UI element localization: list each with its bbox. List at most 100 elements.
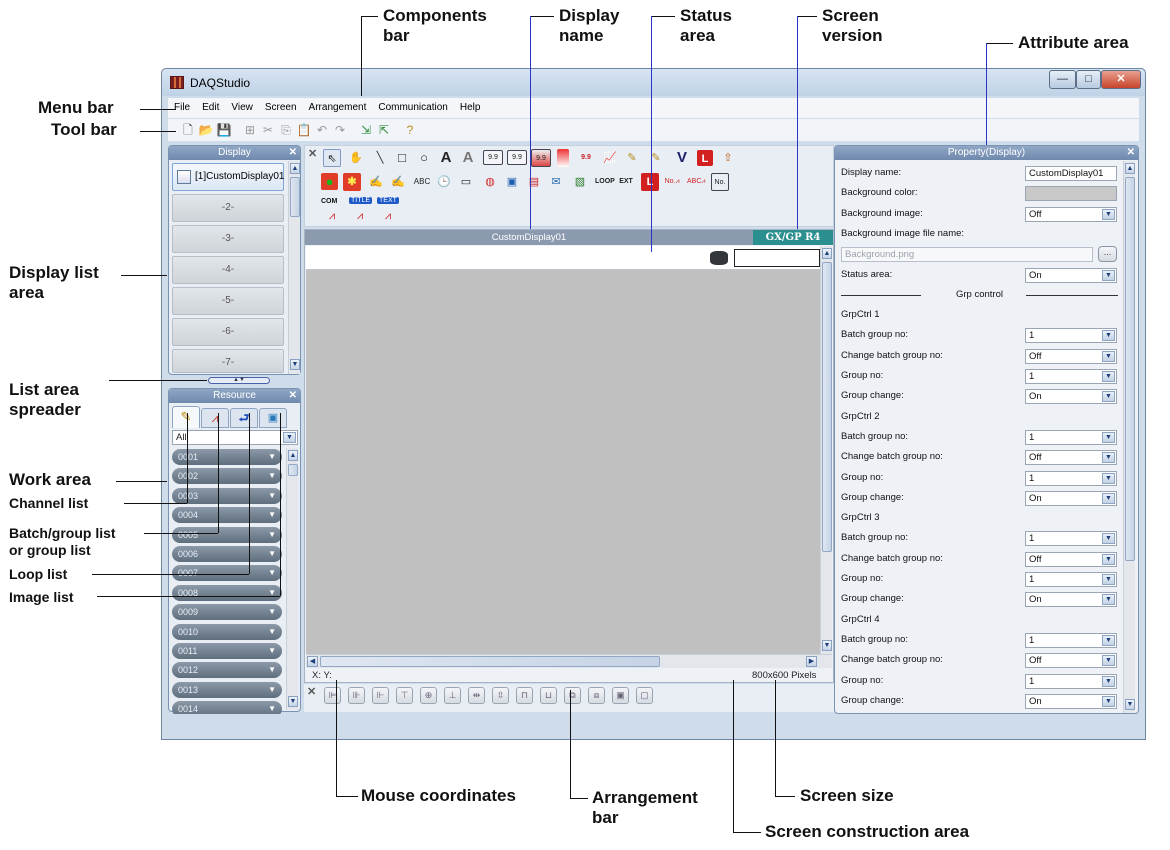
chevron-down-icon[interactable]: ▼ [1102, 594, 1115, 606]
chevron-down-icon[interactable]: ▼ [268, 546, 276, 562]
group-no-icon[interactable]: No.⩘ [663, 173, 681, 191]
chevron-down-icon[interactable]: ▼ [268, 488, 276, 504]
rectangle-tool-icon[interactable]: □ [393, 149, 411, 167]
property-select[interactable]: 1 ▼ [1025, 632, 1117, 648]
chevron-down-icon[interactable]: ▼ [1102, 695, 1115, 707]
trend-icon[interactable]: 📈 [601, 149, 619, 167]
align-right-icon[interactable]: ⊩ [372, 687, 389, 704]
title-bar[interactable]: DAQStudio — □ ✕ [162, 69, 1145, 96]
save-icon[interactable]: 💾 [216, 122, 232, 138]
scroll-up-icon[interactable]: ▲ [1125, 163, 1135, 174]
scroll-thumb[interactable] [822, 262, 832, 552]
push-switch-icon[interactable]: ✍ [389, 173, 407, 191]
cut-icon[interactable]: ✂ [260, 122, 276, 138]
text-string-icon[interactable]: ABC [413, 173, 431, 191]
chevron-down-icon[interactable]: ▼ [1102, 533, 1115, 545]
lamp-icon[interactable]: ● [321, 173, 338, 190]
align-left-icon[interactable]: ⊫ [324, 687, 341, 704]
menu-screen[interactable]: Screen [259, 98, 303, 118]
alarm-lamp-icon[interactable]: ✱ [343, 173, 361, 191]
channel-list-item[interactable]: 0006 ▼ [172, 546, 282, 562]
scroll-down-icon[interactable]: ▼ [1125, 699, 1135, 710]
chevron-down-icon[interactable]: ▼ [268, 507, 276, 523]
menu-help[interactable]: Help [454, 98, 487, 118]
send-backward-icon[interactable]: ⧈ [588, 687, 605, 704]
menu-edit[interactable]: Edit [196, 98, 225, 118]
circle-tool-icon[interactable]: ○ [415, 149, 433, 167]
image-tab-icon[interactable]: ▣ [259, 408, 287, 428]
digital-status-icon[interactable]: ⇧ [719, 149, 737, 167]
chevron-down-icon[interactable]: ▼ [1102, 655, 1115, 667]
canvas-horizontal-scrollbar[interactable]: ◀ ▶ [306, 654, 832, 668]
scroll-down-icon[interactable]: ▼ [822, 640, 832, 651]
log-icon[interactable]: L [641, 173, 659, 191]
chevron-down-icon[interactable]: ▼ [1102, 634, 1115, 646]
channel-tab-icon[interactable]: ✎ [172, 406, 200, 428]
date-icon[interactable]: 🕒 [435, 173, 453, 191]
line-tool-icon[interactable]: ╲ [371, 149, 389, 167]
chevron-down-icon[interactable]: ▼ [268, 449, 276, 465]
import-icon[interactable]: ⇲ [358, 122, 374, 138]
chevron-down-icon[interactable]: ▼ [1102, 452, 1115, 464]
property-select[interactable]: On ▼ [1025, 389, 1117, 405]
digital-set-icon[interactable]: ▣ [503, 173, 521, 191]
align-middle-icon[interactable]: ⊕ [420, 687, 437, 704]
minimize-icon[interactable]: — [1049, 70, 1076, 89]
chevron-down-icon[interactable]: ▼ [268, 468, 276, 484]
properties-icon[interactable]: ⊞ [242, 122, 258, 138]
tag-no-icon[interactable]: ✎ [623, 149, 641, 167]
display-list-item[interactable]: -3- [172, 225, 284, 253]
property-select[interactable]: Off ▼ [1025, 653, 1117, 669]
property-select[interactable]: 1 ▼ [1025, 572, 1117, 587]
property-select[interactable]: 1 ▼ [1025, 369, 1117, 384]
channel-list-item[interactable]: 0012 ▼ [172, 662, 282, 679]
menu-file[interactable]: File [168, 98, 196, 118]
distribute-horizontal-icon[interactable]: ⇹ [468, 687, 485, 704]
scroll-right-icon[interactable]: ▶ [806, 656, 817, 667]
chevron-down-icon[interactable]: ▼ [1102, 431, 1115, 443]
close-icon[interactable]: ✕ [1101, 70, 1141, 89]
group-name-icon[interactable]: ABC⩘ [687, 173, 705, 191]
display-list-item[interactable]: -4- [172, 256, 284, 284]
chevron-down-icon[interactable]: ▼ [1102, 371, 1115, 382]
close-icon[interactable]: ✕ [289, 146, 297, 160]
help-icon[interactable]: ? [402, 122, 418, 138]
title-group-icon[interactable]: ⩘ [351, 207, 369, 225]
channel-list-item[interactable]: 0011 ▼ [172, 643, 282, 659]
chevron-down-icon[interactable]: ▼ [1102, 553, 1115, 565]
export-icon[interactable]: ⇱ [376, 122, 392, 138]
tag-abc-icon[interactable]: ✎ [647, 149, 665, 167]
property-scrollbar[interactable]: ▲ ▼ [1123, 161, 1135, 713]
chevron-down-icon[interactable]: ▼ [1102, 350, 1115, 362]
canvas-vertical-scrollbar[interactable]: ▲ ▼ [820, 246, 832, 654]
channel-list-item[interactable]: 0013 ▼ [172, 681, 282, 698]
scroll-down-icon[interactable]: ▼ [288, 696, 298, 707]
property-select[interactable]: Off ▼ [1025, 348, 1117, 364]
chevron-down-icon[interactable]: ▼ [268, 585, 276, 601]
report-icon[interactable]: ▤ [525, 173, 543, 191]
property-select[interactable]: Off ▼ [1025, 206, 1117, 222]
digital-value-icon[interactable]: 9.9 [483, 150, 503, 165]
close-icon[interactable]: ✕ [308, 147, 317, 160]
chevron-down-icon[interactable]: ▼ [268, 604, 276, 620]
scroll-down-icon[interactable]: ▼ [290, 359, 300, 370]
com-group-icon[interactable]: ⩘ [323, 207, 341, 225]
display-canvas[interactable] [306, 270, 820, 654]
menu-arrangement[interactable]: Arrangement [303, 98, 373, 118]
menu-communication[interactable]: Communication [372, 98, 453, 118]
align-center-icon[interactable]: ⊪ [348, 687, 365, 704]
redo-icon[interactable]: ↷ [332, 122, 348, 138]
paste-icon[interactable]: 📋 [296, 122, 312, 138]
channel-list-item[interactable]: 0002 ▼ [172, 468, 282, 485]
chevron-down-icon[interactable]: ▼ [268, 624, 276, 640]
same-width-icon[interactable]: ⊓ [516, 687, 533, 704]
channel-list-item[interactable]: 0008 ▼ [172, 584, 282, 601]
group-list-icon[interactable]: No. [711, 173, 729, 191]
ext-icon[interactable]: EXT [617, 173, 635, 191]
property-select[interactable]: On ▼ [1025, 592, 1117, 608]
chevron-down-icon[interactable]: ▼ [1102, 472, 1115, 484]
message-icon[interactable]: ✉ [547, 173, 565, 191]
close-icon[interactable]: ✕ [289, 389, 297, 403]
pointer-tool-icon[interactable]: ⇖ [323, 149, 341, 167]
bar-graph-icon[interactable] [557, 149, 569, 167]
